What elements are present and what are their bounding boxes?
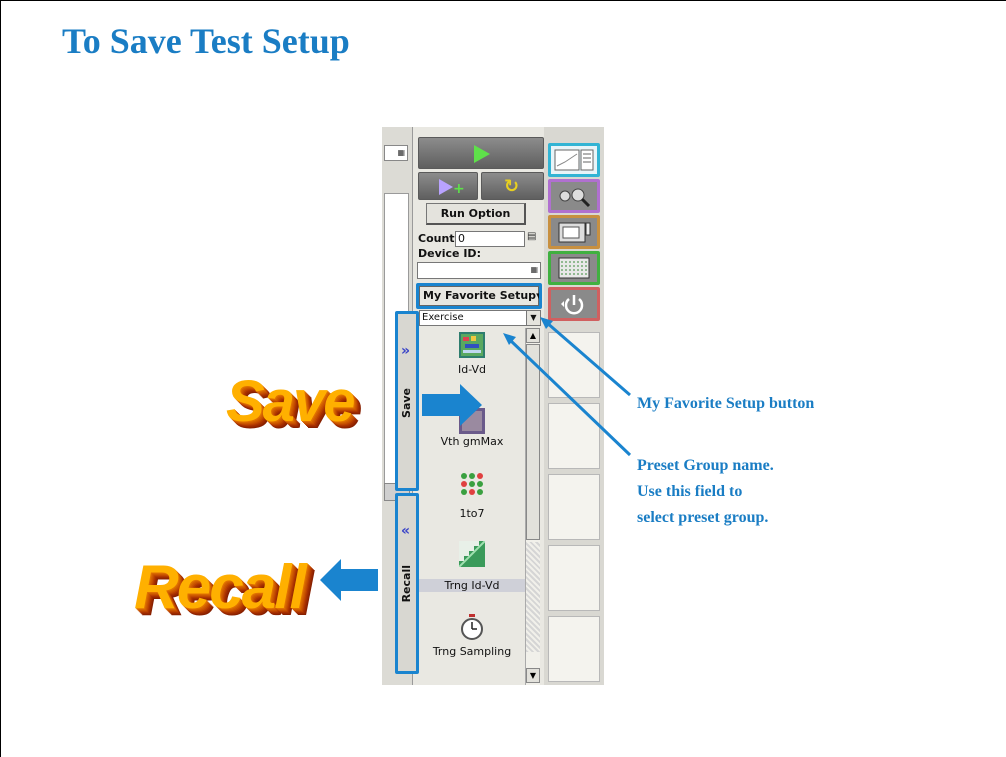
save-arrow-icon bbox=[422, 384, 482, 426]
preset-note-line3: select preset group. bbox=[637, 509, 769, 526]
preset-note: Preset Group name. Use this field to sel… bbox=[637, 453, 774, 531]
recall-arrow-icon bbox=[320, 559, 378, 601]
favorite-button-note: My Favorite Setup button bbox=[637, 395, 815, 412]
preset-note-line1: Preset Group name. bbox=[637, 457, 774, 474]
favorite-callout-line bbox=[545, 320, 631, 397]
preset-callout-line bbox=[508, 338, 632, 457]
preset-note-line2: Use this field to bbox=[637, 483, 743, 500]
annotation-overlay bbox=[320, 317, 632, 601]
